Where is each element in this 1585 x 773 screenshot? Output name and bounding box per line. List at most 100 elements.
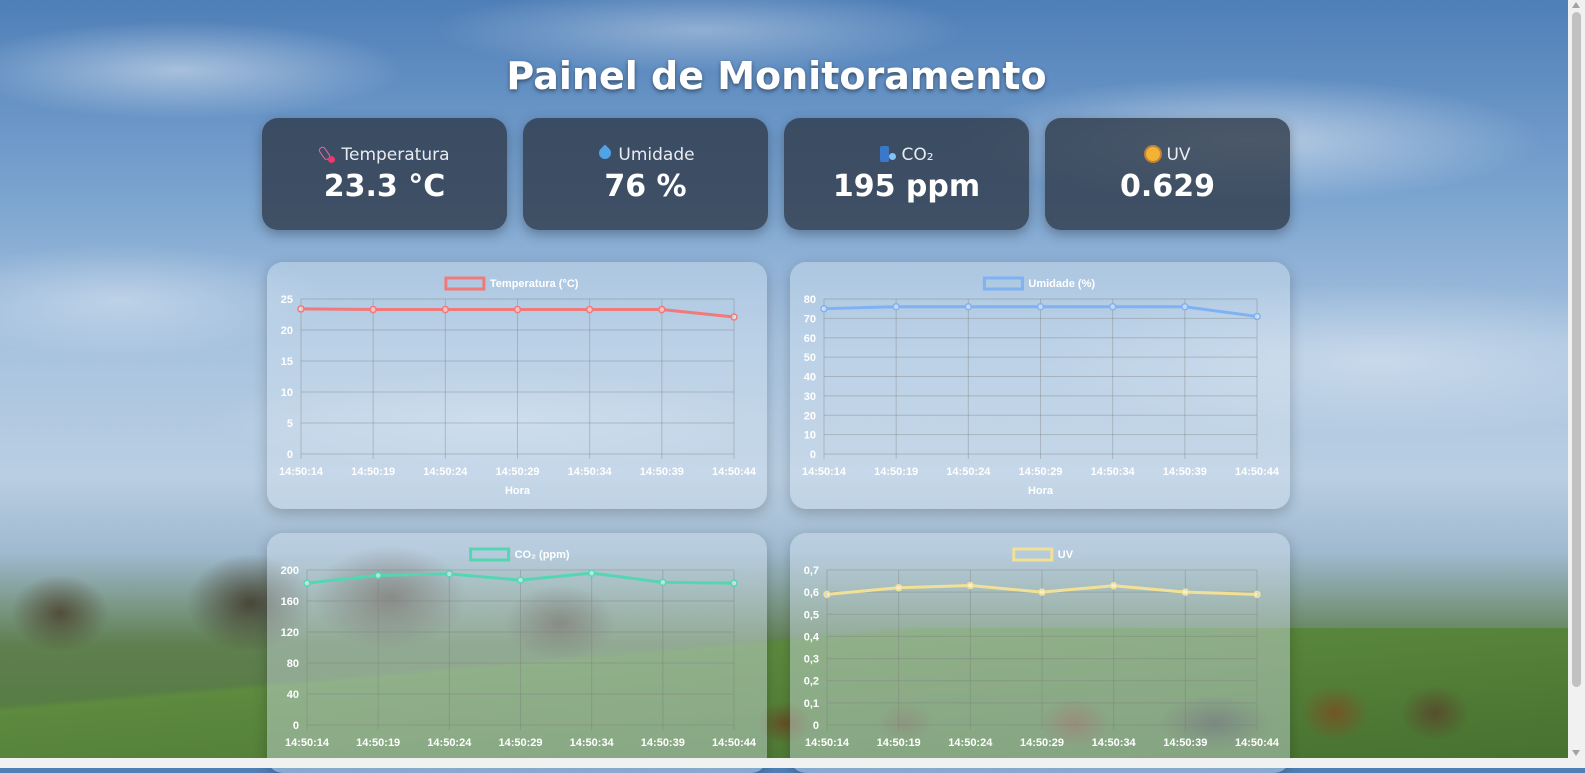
- data-point: [1181, 303, 1189, 311]
- data-point: [585, 305, 594, 314]
- legend-label: Temperatura (°C): [490, 278, 579, 290]
- data-point: [659, 578, 667, 587]
- co2-chart-panel: CO₂ (ppm) 0 40 80 120 160 200 14:50:14 14:50:19 1…: [267, 533, 767, 773]
- y-tick-label: 0: [287, 449, 293, 461]
- y-tick-label: 0,5: [804, 609, 819, 621]
- x-tick-label: 14:50:19: [351, 466, 395, 478]
- scroll-up-arrow-icon[interactable]: [1572, 2, 1580, 8]
- y-tick-label: 70: [804, 313, 816, 325]
- y-tick-label: 0: [813, 720, 819, 732]
- droplet-icon: [596, 145, 614, 163]
- data-point: [374, 571, 382, 580]
- vertical-scrollbar[interactable]: [1568, 0, 1585, 768]
- x-tick-label: 14:50:19: [877, 737, 921, 749]
- y-tick-label: 0,4: [804, 631, 820, 643]
- x-axis-label: Hora: [1028, 485, 1054, 497]
- y-tick-label: 80: [287, 658, 299, 670]
- card-label: UV: [1166, 145, 1191, 165]
- co2-icon: [879, 145, 897, 163]
- data-point: [516, 576, 525, 584]
- legend-label: CO₂ (ppm): [515, 549, 570, 561]
- data-point: [303, 579, 311, 587]
- data-point: [587, 569, 596, 577]
- legend-swatch: [469, 547, 511, 562]
- data-point: [820, 304, 828, 313]
- y-tick-label: 200: [281, 565, 299, 577]
- temperature-chart: Temperatura (°C) 0 5 10 15 20 25 14:50:14 14:50:…: [279, 276, 757, 497]
- x-tick-label: 14:50:44: [1235, 466, 1280, 478]
- card-label: CO₂: [901, 145, 934, 165]
- legend-label: Umidade (%): [1028, 278, 1095, 290]
- data-point: [894, 583, 903, 592]
- legend-swatch: [982, 276, 1024, 291]
- y-tick-label: 0,2: [804, 676, 819, 688]
- y-tick-label: 10: [804, 430, 816, 442]
- x-tick-label: 14:50:19: [874, 466, 918, 478]
- x-tick-label: 14:50:24: [946, 466, 991, 478]
- card-value: 23.3 °C: [323, 169, 446, 204]
- scroll-thumb[interactable]: [1572, 12, 1581, 687]
- data-point: [513, 305, 522, 314]
- data-point: [823, 590, 831, 599]
- data-point: [1038, 588, 1046, 596]
- y-tick-label: 5: [287, 418, 293, 430]
- uv-card: UV 0.629: [1045, 118, 1290, 230]
- card-value: 76 %: [604, 169, 687, 204]
- co2-chart: CO₂ (ppm) 0 40 80 120 160 200 14:50:14 14:50:19 1…: [281, 547, 757, 749]
- humidity-card: Umidade 76 %: [523, 118, 768, 230]
- sun-icon: [1144, 145, 1162, 163]
- horizontal-scrollbar[interactable]: [0, 758, 1568, 768]
- data-point: [1109, 581, 1118, 590]
- scroll-down-arrow-icon[interactable]: [1572, 750, 1580, 756]
- legend-swatch: [1012, 547, 1054, 562]
- x-tick-label: 14:50:39: [641, 737, 685, 749]
- x-tick-label: 14:50:19: [356, 737, 400, 749]
- x-tick-label: 14:50:29: [495, 466, 539, 478]
- humidity-chart: Umidade (%) 0 10 20 30 40 50 60 70 80 14:50:14 14:5…: [802, 276, 1280, 497]
- x-tick-label: 14:50:44: [1235, 737, 1280, 749]
- x-axis-label: Hora: [505, 485, 531, 497]
- y-tick-label: 80: [804, 294, 816, 306]
- uv-chart: UV 0 0,1 0,2 0,3 0,4 0,5 0,6 0,7 14:50:14 14:50:19…: [804, 547, 1280, 749]
- x-tick-label: 14:50:24: [427, 737, 472, 749]
- data-point: [892, 303, 900, 311]
- data-point: [658, 305, 666, 314]
- y-tick-label: 30: [804, 391, 816, 403]
- background-hill: [0, 628, 1568, 768]
- y-tick-label: 0: [293, 720, 299, 732]
- data-point: [964, 303, 973, 311]
- data-point: [730, 579, 738, 587]
- x-tick-label: 14:50:14: [279, 466, 324, 478]
- x-tick-label: 14:50:34: [1092, 737, 1137, 749]
- uv-chart-panel: UV 0 0,1 0,2 0,3 0,4 0,5 0,6 0,7 14:50:14 14:50:19…: [790, 533, 1290, 773]
- x-tick-label: 14:50:44: [712, 466, 757, 478]
- x-tick-label: 14:50:14: [285, 737, 330, 749]
- legend-label: UV: [1058, 549, 1074, 561]
- data-point: [730, 313, 738, 321]
- x-tick-label: 14:50:24: [423, 466, 468, 478]
- x-tick-label: 14:50:39: [1163, 737, 1207, 749]
- x-tick-label: 14:50:39: [1163, 466, 1207, 478]
- temperature-card: Temperatura 23.3 °C: [262, 118, 507, 230]
- card-value: 195 ppm: [832, 169, 981, 204]
- card-label: Temperatura: [341, 145, 450, 165]
- data-point: [1253, 312, 1261, 321]
- y-tick-label: 160: [281, 596, 299, 608]
- x-tick-label: 14:50:24: [948, 737, 993, 749]
- card-value: 0.629: [1120, 169, 1215, 204]
- y-tick-label: 50: [804, 352, 816, 364]
- x-tick-label: 14:50:34: [568, 466, 613, 478]
- y-tick-label: 0,1: [804, 698, 819, 710]
- x-tick-label: 14:50:34: [1091, 466, 1136, 478]
- data-point: [1108, 303, 1117, 311]
- data-point: [297, 305, 305, 313]
- data-point: [441, 305, 450, 314]
- humidity-chart-panel: Umidade (%) 0 10 20 30 40 50 60 70 80 14:50:14 14:5…: [790, 262, 1290, 509]
- data-point: [1181, 588, 1190, 596]
- y-tick-label: 20: [281, 325, 293, 337]
- y-tick-label: 40: [287, 689, 299, 701]
- data-point: [966, 581, 975, 590]
- page-title: Painel de Monitoramento: [506, 54, 1047, 98]
- x-tick-label: 14:50:44: [712, 737, 757, 749]
- x-tick-label: 14:50:29: [1018, 466, 1062, 478]
